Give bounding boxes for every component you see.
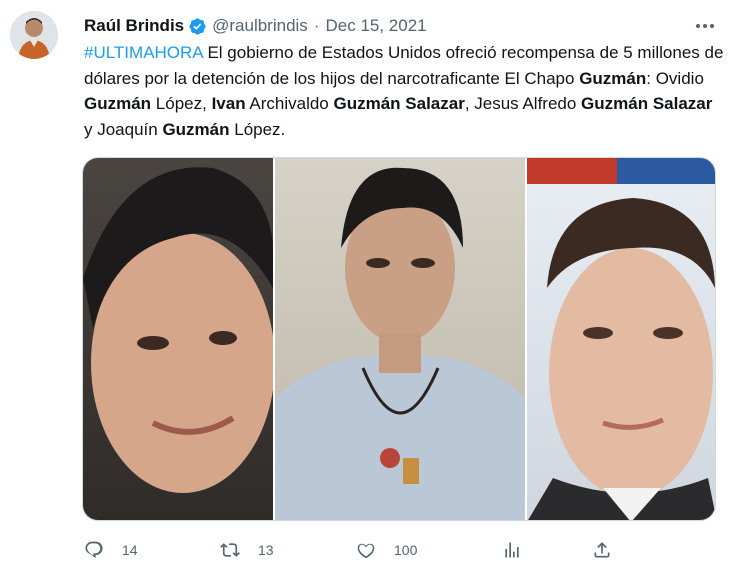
avatar[interactable]	[10, 11, 58, 59]
bold-text: Guzmán	[84, 94, 152, 113]
heart-icon	[357, 543, 375, 559]
tweet-text: #ULTIMAHORA El gobierno de Estados Unido…	[84, 40, 724, 142]
more-dots-icon[interactable]	[690, 14, 720, 38]
share-button[interactable]	[592, 538, 612, 562]
retweet-count: 13	[258, 542, 274, 558]
author-name[interactable]: Raúl Brindis	[84, 16, 184, 36]
bold-text: Guzmán	[162, 119, 230, 139]
like-button[interactable]: 100	[356, 538, 417, 562]
author-handle[interactable]: @raulbrindis	[212, 16, 308, 36]
bar-chart-icon	[505, 542, 519, 558]
like-count: 100	[394, 542, 418, 558]
bold-text: Guzmán Salazar	[333, 94, 465, 113]
tweet-header: Raúl Brindis @raulbrindis · Dec 15, 2021	[84, 14, 427, 38]
hashtag-link[interactable]: #ULTIMAHORA	[84, 43, 203, 62]
separator-dot: ·	[313, 16, 320, 35]
tweet-date[interactable]: Dec 15, 2021	[325, 16, 426, 36]
tweet-card[interactable]: Raúl Brindis @raulbrindis · Dec 15, 2021…	[0, 0, 740, 572]
reply-button[interactable]: 14	[84, 538, 138, 562]
text-segment: , Jesus Alfredo	[464, 94, 582, 113]
tweet-media-image[interactable]	[82, 157, 716, 521]
text-segment: : Ovidio	[646, 68, 704, 88]
share-upload-icon	[594, 542, 610, 558]
bold-text: Ivan	[211, 94, 246, 113]
bold-text: Guzmán Salazar	[581, 94, 713, 113]
text-segment: Archivaldo	[245, 94, 334, 113]
retweet-arrows-icon	[220, 543, 240, 557]
tweet-actions: 14 13 100	[84, 538, 644, 562]
retweet-button[interactable]: 13	[220, 538, 274, 562]
verified-badge-icon	[188, 17, 207, 36]
reply-count: 14	[122, 542, 138, 558]
analytics-button[interactable]	[502, 538, 522, 562]
text-segment: y Joaquín	[84, 119, 163, 139]
reply-bubble-icon	[85, 541, 103, 558]
text-segment: López.	[229, 119, 286, 139]
text-segment: López,	[151, 94, 212, 113]
bold-text: Guzmán	[579, 68, 647, 88]
